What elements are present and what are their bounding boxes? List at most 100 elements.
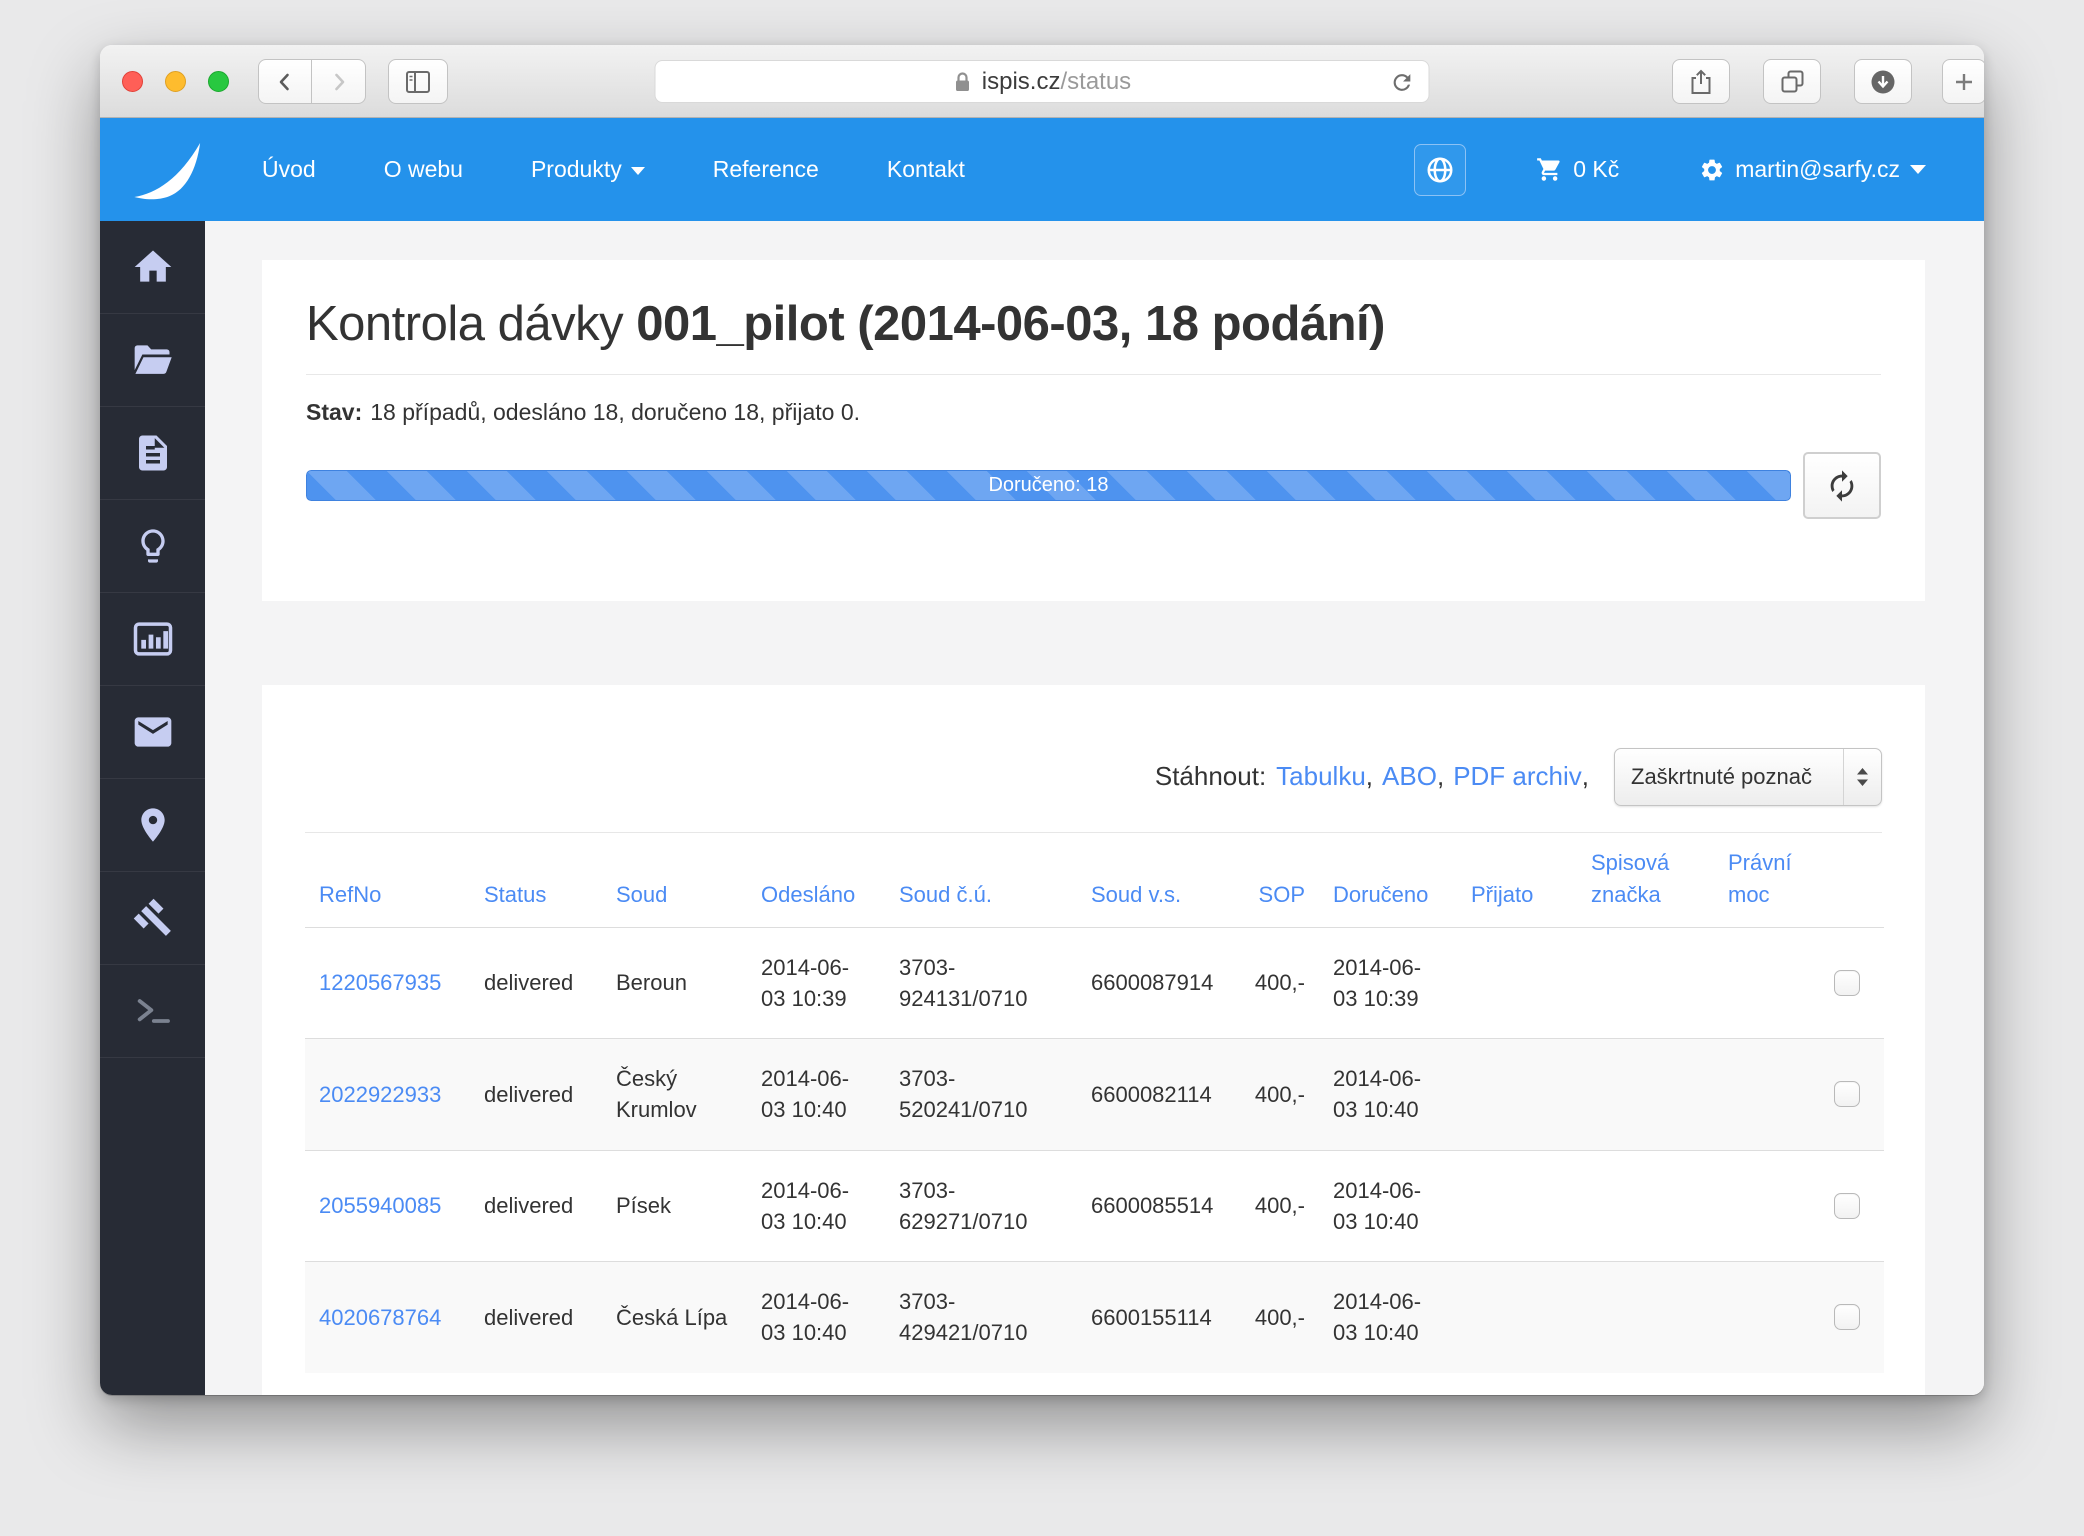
download-link-abo[interactable]: ABO bbox=[1382, 761, 1437, 792]
row-checkbox[interactable] bbox=[1834, 1081, 1860, 1108]
nav-item-reference[interactable]: Reference bbox=[679, 118, 853, 221]
download-icon bbox=[1869, 68, 1897, 96]
sidebar-item-statistics[interactable] bbox=[100, 593, 205, 686]
chevron-right-icon bbox=[327, 70, 351, 94]
url-path: /status bbox=[1060, 67, 1132, 95]
folder-open-icon bbox=[130, 338, 176, 382]
lightbulb-icon bbox=[133, 526, 173, 566]
share-icon bbox=[1688, 68, 1714, 96]
cart-amount: 0 Kč bbox=[1573, 156, 1620, 182]
main-content: Kontrola dávky 001_pilot (2014-06-03, 18… bbox=[205, 221, 1984, 1395]
table-header-row: RefNo Status Soud Odesláno Soud č.ú. Sou… bbox=[305, 833, 1884, 927]
close-window-button[interactable] bbox=[122, 71, 143, 92]
tabs-icon bbox=[1779, 68, 1806, 95]
refresh-icon bbox=[1825, 469, 1859, 503]
title-divider bbox=[306, 374, 1881, 375]
submissions-table: RefNo Status Soud Odesláno Soud č.ú. Sou… bbox=[305, 832, 1884, 1373]
user-menu[interactable]: martin@sarfy.cz bbox=[1699, 156, 1926, 183]
browser-titlebar: ispis.cz/status bbox=[100, 45, 1984, 118]
tab-overview-button[interactable] bbox=[1763, 59, 1821, 104]
zoom-window-button[interactable] bbox=[208, 71, 229, 92]
refresh-status-button[interactable] bbox=[1803, 452, 1881, 519]
chevron-left-icon bbox=[273, 70, 297, 94]
back-button[interactable] bbox=[258, 59, 312, 104]
column-soud-cu[interactable]: Soud č.ú. bbox=[885, 833, 1077, 927]
row-checkbox[interactable] bbox=[1834, 1192, 1860, 1219]
refno-link[interactable]: 2055940085 bbox=[319, 1193, 441, 1218]
sidebar-item-home[interactable] bbox=[100, 221, 205, 314]
sidebar-item-documents[interactable] bbox=[100, 407, 205, 500]
browser-window: ispis.cz/status Úvod O webu Produkty Ref… bbox=[100, 45, 1984, 1395]
download-link-tabulku[interactable]: Tabulku bbox=[1276, 761, 1366, 792]
status-line: Stav: 18 případů, odesláno 18, doručeno 1… bbox=[306, 399, 1881, 426]
progress-label: Doručeno: 18 bbox=[988, 474, 1109, 496]
url-domain: ispis.cz bbox=[981, 67, 1061, 95]
site-navbar: Úvod O webu Produkty Reference Kontakt 0… bbox=[100, 118, 1984, 221]
sidebar-toggle-button[interactable] bbox=[388, 59, 448, 104]
home-icon bbox=[131, 245, 175, 289]
row-checkbox[interactable] bbox=[1834, 970, 1860, 997]
bulk-action-selected-value: Zaškrtnuté poznač bbox=[1631, 763, 1812, 789]
gear-icon bbox=[1699, 157, 1725, 183]
page-title: Kontrola dávky 001_pilot (2014-06-03, 18… bbox=[306, 297, 1385, 351]
cart-button[interactable]: 0 Kč bbox=[1536, 156, 1619, 183]
downloads-button[interactable] bbox=[1854, 59, 1912, 104]
nav-item-produkty[interactable]: Produkty bbox=[497, 118, 679, 221]
download-link-pdf-archiv[interactable]: PDF archiv bbox=[1453, 761, 1582, 792]
column-refno[interactable]: RefNo bbox=[305, 833, 470, 927]
submissions-panel: Stáhnout: Tabulku, ABO, PDF archiv, Zašk… bbox=[262, 685, 1925, 1395]
column-doruceno[interactable]: Doručeno bbox=[1319, 833, 1457, 927]
sidebar-item-folders[interactable] bbox=[100, 314, 205, 407]
minimize-window-button[interactable] bbox=[165, 71, 186, 92]
select-stepper-icon bbox=[1843, 748, 1881, 805]
table-row: 2055940085 delivered Písek 2014-06-03 10… bbox=[305, 1149, 1884, 1262]
table-row: 4020678764 delivered Česká Lípa 2014-06-… bbox=[305, 1261, 1884, 1373]
column-soud[interactable]: Soud bbox=[602, 833, 747, 927]
language-globe-button[interactable] bbox=[1414, 143, 1467, 196]
reload-icon[interactable] bbox=[1390, 70, 1415, 95]
sidebar-item-terminal[interactable] bbox=[100, 965, 205, 1058]
column-odeslano[interactable]: Odesláno bbox=[747, 833, 885, 927]
column-prijato[interactable]: Přijato bbox=[1457, 833, 1577, 927]
column-pravni-moc[interactable]: Právní moc bbox=[1714, 833, 1810, 927]
nav-item-uvod[interactable]: Úvod bbox=[228, 118, 350, 221]
file-text-icon bbox=[132, 432, 174, 474]
bar-chart-icon bbox=[131, 618, 175, 660]
sidebar-item-map[interactable] bbox=[100, 779, 205, 872]
column-checkbox bbox=[1810, 833, 1884, 927]
refno-link[interactable]: 2022922933 bbox=[319, 1082, 441, 1107]
sarfy-logo[interactable] bbox=[120, 133, 228, 207]
row-checkbox[interactable] bbox=[1834, 1304, 1860, 1331]
caret-down-icon bbox=[1910, 165, 1926, 174]
map-pin-icon bbox=[133, 804, 173, 846]
cart-icon bbox=[1536, 156, 1563, 183]
column-spisova-znacka[interactable]: Spisová značka bbox=[1577, 833, 1714, 927]
globe-icon bbox=[1425, 155, 1455, 185]
plus-icon bbox=[1953, 71, 1975, 93]
nav-item-kontakt[interactable]: Kontakt bbox=[853, 118, 999, 221]
column-sop[interactable]: SOP bbox=[1235, 833, 1319, 927]
url-address-bar[interactable]: ispis.cz/status bbox=[654, 60, 1430, 103]
new-tab-button[interactable] bbox=[1942, 59, 1984, 104]
bulk-action-select[interactable]: Zaškrtnuté poznač bbox=[1614, 747, 1882, 806]
app-sidebar bbox=[100, 221, 205, 1395]
sidebar-item-court[interactable] bbox=[100, 872, 205, 965]
download-row: Stáhnout: Tabulku, ABO, PDF archiv, Zašk… bbox=[305, 745, 1882, 808]
delivery-progress: Doručeno: 18 bbox=[306, 470, 1791, 501]
batch-status-panel: Kontrola dávky 001_pilot (2014-06-03, 18… bbox=[262, 260, 1925, 601]
lock-icon bbox=[953, 70, 973, 94]
column-soud-vs[interactable]: Soud v.s. bbox=[1077, 833, 1235, 927]
refno-link[interactable]: 1220567935 bbox=[319, 970, 441, 995]
nav-item-o-webu[interactable]: O webu bbox=[350, 118, 497, 221]
column-status[interactable]: Status bbox=[470, 833, 602, 927]
share-button[interactable] bbox=[1672, 59, 1730, 104]
sidebar-item-messages[interactable] bbox=[100, 686, 205, 779]
caret-down-icon bbox=[630, 167, 645, 175]
terminal-icon bbox=[131, 991, 175, 1031]
sidebar-item-ideas[interactable] bbox=[100, 500, 205, 593]
refno-link[interactable]: 4020678764 bbox=[319, 1305, 441, 1330]
table-row: 1220567935 delivered Beroun 2014-06-03 1… bbox=[305, 926, 1884, 1039]
forward-button[interactable] bbox=[312, 59, 366, 104]
table-row: 2022922933 delivered Český Krumlov 2014-… bbox=[305, 1038, 1884, 1151]
status-label: Stav: bbox=[306, 399, 363, 425]
